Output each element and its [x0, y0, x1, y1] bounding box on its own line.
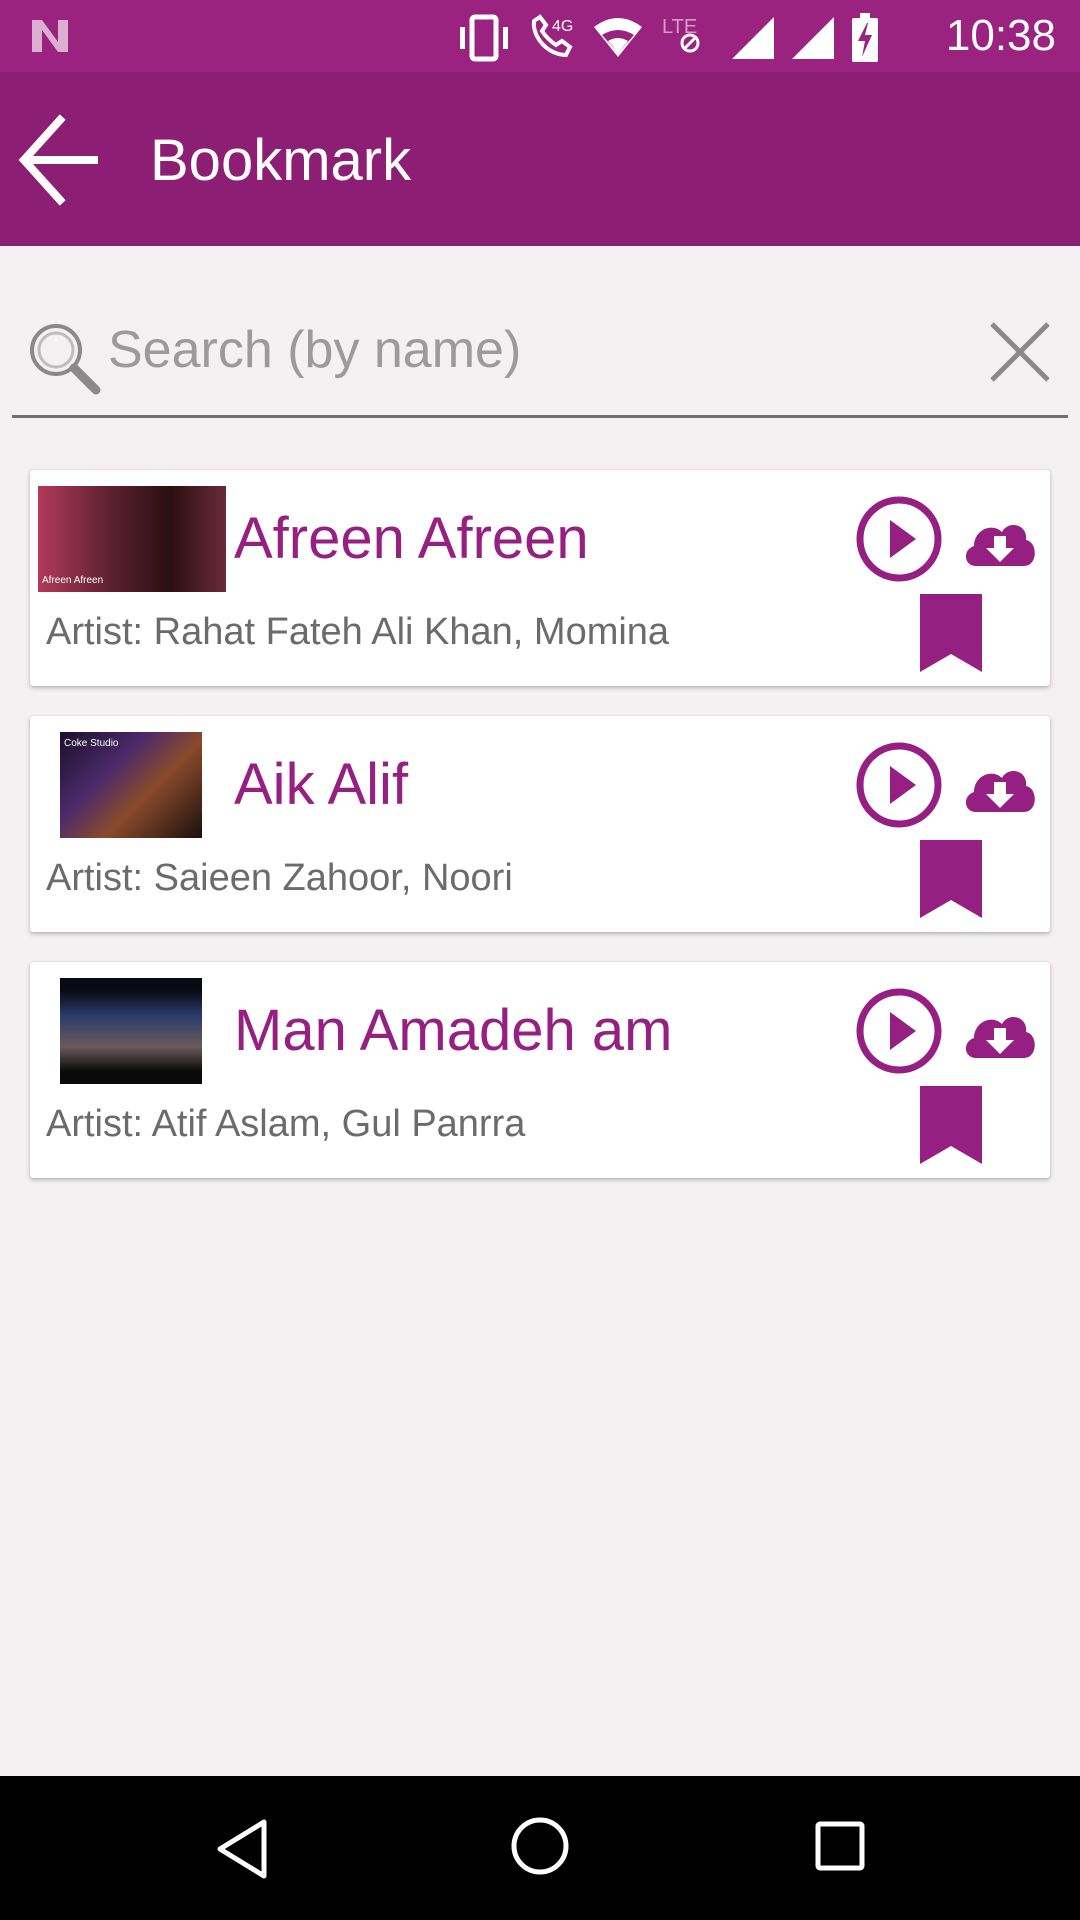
play-icon[interactable] [854, 740, 944, 830]
thumbnail-caption: Afreen Afreen [42, 575, 104, 586]
clock: 10:38 [945, 11, 1056, 60]
status-bar: 4G LTE 10:38 [0, 0, 1080, 72]
song-artist: Artist: Saieen Zahoor, Noori [46, 857, 513, 899]
list-item[interactable]: Man Amadeh am Artist: Atif Aslam, Gul Pa… [30, 962, 1050, 1178]
arrow-back-icon[interactable] [18, 112, 102, 208]
song-title: Afreen Afreen [234, 506, 589, 571]
page-title: Bookmark [150, 128, 412, 193]
song-title: Aik Alif [234, 752, 409, 817]
song-thumbnail [60, 978, 202, 1084]
bookmark-icon[interactable] [918, 838, 984, 920]
search-bar [12, 296, 1068, 418]
list-item[interactable]: Coke Studio Aik Alif Artist: Saieen Zaho… [30, 716, 1050, 932]
bookmark-list: Afreen Afreen Afreen Afreen Artist: Raha… [30, 470, 1050, 1208]
song-artist: Artist: Rahat Fateh Ali Khan, Momina [46, 611, 670, 653]
vibrate-icon [460, 14, 508, 62]
bookmark-icon[interactable] [918, 592, 984, 674]
status-icons: 4G LTE [456, 10, 880, 66]
song-thumbnail: Afreen Afreen [38, 486, 226, 592]
search-icon [30, 324, 101, 395]
play-icon[interactable] [854, 494, 944, 584]
list-item[interactable]: Afreen Afreen Afreen Afreen Artist: Raha… [30, 470, 1050, 686]
signal-icon [732, 17, 774, 59]
cloud-download-icon[interactable] [962, 510, 1038, 570]
app-bar: Bookmark [0, 72, 1080, 246]
bookmark-icon[interactable] [918, 1084, 984, 1166]
notification-n-icon [32, 20, 68, 52]
signal-icon [792, 17, 834, 59]
song-artist: Artist: Atif Aslam, Gul Panrra [46, 1103, 526, 1145]
system-nav-bar [0, 1776, 1080, 1920]
thumbnail-caption: Coke Studio [64, 738, 119, 749]
nav-recent-icon[interactable] [814, 1820, 866, 1872]
wifi-call-icon: 4G [531, 14, 573, 58]
lte-icon: LTE [662, 16, 700, 53]
song-title: Man Amadeh am [234, 998, 673, 1063]
song-thumbnail: Coke Studio [60, 732, 202, 838]
wifi-icon [594, 18, 642, 57]
play-icon[interactable] [854, 986, 944, 1076]
cloud-download-icon[interactable] [962, 756, 1038, 816]
cloud-download-icon[interactable] [962, 1002, 1038, 1062]
close-icon[interactable] [984, 316, 1056, 388]
nav-home-icon[interactable] [510, 1816, 570, 1876]
battery-charging-icon [852, 13, 878, 62]
network-label: 4G [552, 18, 573, 35]
nav-back-icon[interactable] [212, 1816, 272, 1882]
search-input[interactable] [108, 314, 968, 386]
